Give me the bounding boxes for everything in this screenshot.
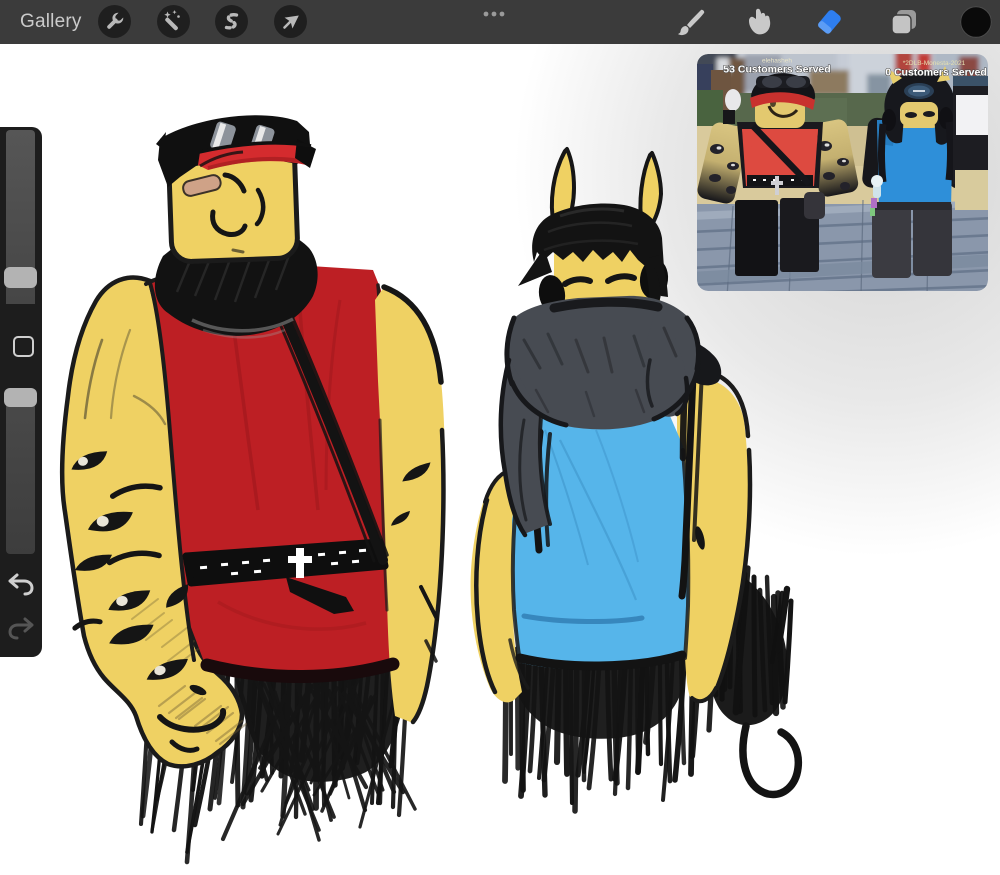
svg-text:53 Customers Served: 53 Customers Served (723, 64, 830, 76)
svg-text:0 Customers Served: 0 Customers Served (885, 67, 987, 79)
